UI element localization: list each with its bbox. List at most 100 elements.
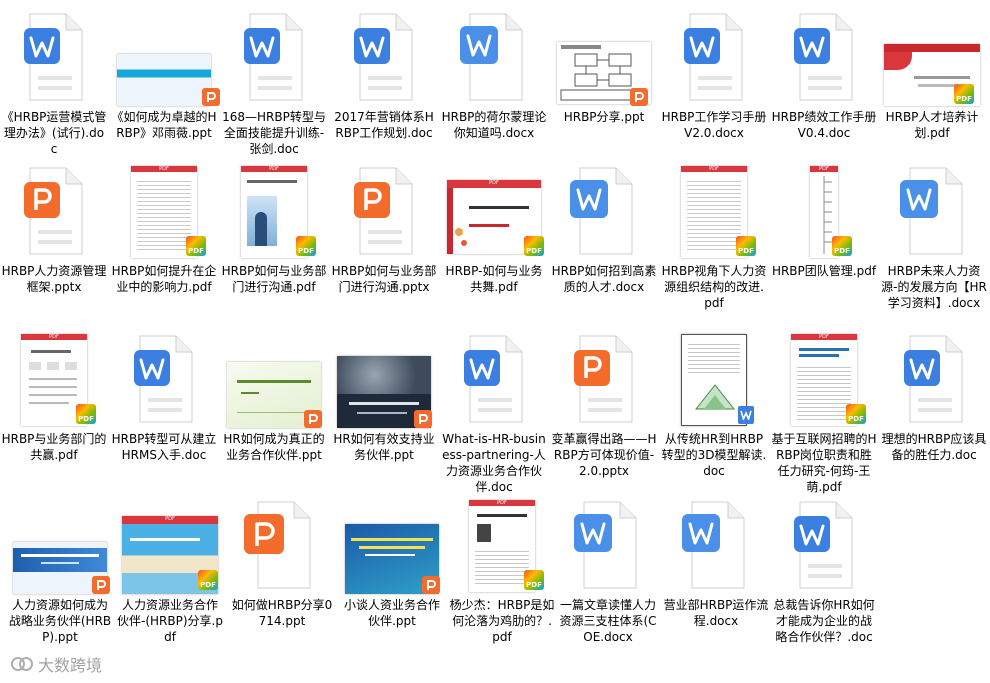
doc-file-icon [440, 334, 548, 429]
pdf-band: PDF [21, 334, 87, 340]
pdf-thumbnail: PDF PDF [220, 166, 328, 261]
file-item[interactable]: HRBP工作学习手册V2.0.docx [660, 12, 768, 141]
file-item[interactable]: 168—HRBP转型与全面技能提升训练-张剑.doc [220, 12, 328, 157]
pdf-band: PDF [791, 334, 857, 340]
doc-file-icon [770, 12, 878, 107]
pdf-badge-icon: PDF [524, 570, 544, 590]
pdf-band: PDF [447, 180, 541, 188]
file-item[interactable]: 2017年营销体系HRBP工作规划.doc [330, 12, 438, 141]
doc-page-thumbnail [660, 334, 768, 429]
pptx-file-icon [330, 166, 438, 261]
file-name: HRBP的荷尔蒙理论你知道吗.docx [441, 110, 547, 140]
file-item[interactable]: 从传统HR到HRBP转型的3D模型解读.doc [660, 334, 768, 479]
pdf-thumbnail: PDF PDF [0, 334, 108, 429]
file-name: 基于互联网招聘的HRBP岗位职责和胜任力研究-何筠-王萌.pdf [771, 432, 877, 494]
file-name: HRBP如何与业务部门进行沟通.pptx [331, 264, 437, 294]
ppt-badge-icon [92, 576, 110, 594]
file-item[interactable]: 人力资源如何成为战略业务伙伴(HRBP).ppt [6, 500, 114, 645]
file-name: HRBP团队管理.pdf [771, 264, 877, 278]
ppt-file-icon [228, 500, 336, 595]
file-item[interactable]: HRBP人力资源管理框架.pptx [0, 166, 108, 295]
file-item[interactable]: HRBP如何招到高素质的人才.docx [550, 166, 658, 295]
file-item[interactable]: HRBP的荷尔蒙理论你知道吗.docx [440, 12, 548, 141]
file-name: 168—HRBP转型与全面技能提升训练-张剑.doc [222, 110, 326, 156]
file-name: 营业部HRBP运作流程.docx [663, 598, 769, 628]
pdf-badge-icon: PDF [736, 236, 756, 256]
file-name: HRBP人才培养计划.pdf [885, 110, 979, 140]
doc-file-icon [0, 12, 108, 107]
pdf-thumbnail: PDF PDF [770, 166, 878, 261]
file-item[interactable]: PDF PDF HRBP团队管理.pdf [770, 166, 878, 279]
file-item[interactable]: PDF HRBP人才培养计划.pdf [878, 12, 986, 141]
file-name: HRBP视角下人力资源组织结构的改进.pdf [661, 264, 767, 310]
file-item[interactable]: PDF PDF 人力资源业务合作伙伴-(HRBP)分享.pdf [116, 500, 224, 645]
doc-file-icon [770, 500, 878, 595]
file-name: What-is-HR-business-partnering-人力资源业务合作伙… [442, 432, 546, 494]
file-name: 从传统HR到HRBP转型的3D模型解读.doc [661, 432, 767, 478]
watermark-text: 大数跨境 [38, 656, 103, 675]
pdf-badge-icon: PDF [832, 236, 852, 256]
file-item[interactable]: 营业部HRBP运作流程.docx [662, 500, 770, 629]
pdf-badge-icon: PDF [954, 84, 974, 104]
file-item[interactable]: PDF PDF HRBP如何与业务部门进行沟通.pdf [220, 166, 328, 295]
file-name: 小谈人资业务合作伙伴.ppt [343, 598, 440, 628]
file-name: 杨少杰：HRBP是如何沦落为鸡肋的？.pdf [449, 598, 555, 644]
pptx-file-icon [0, 166, 108, 261]
file-item[interactable]: 一篇文章读懂人力资源三支柱体系(COE.docx [554, 500, 662, 645]
pdf-band: PDF [681, 166, 747, 172]
file-item[interactable]: 小谈人资业务合作伙伴.ppt [338, 500, 446, 629]
file-item[interactable]: PDF PDF HRBP与业务部门的共赢.pdf [0, 334, 108, 463]
pdf-badge-icon: PDF [846, 404, 866, 424]
file-name: 理想的HRBP应该具备的胜任力.doc [881, 432, 987, 462]
pdf-badge-icon: PDF [524, 236, 544, 256]
file-item[interactable]: HRBP转型可从建立HRMS入手.doc [110, 334, 218, 463]
ppt-badge-icon [304, 410, 322, 428]
pdf-thumbnail: PDF PDF [448, 500, 556, 595]
file-item[interactable]: PDF PDF 基于互联网招聘的HRBP岗位职责和胜任力研究-何筠-王萌.pdf [770, 334, 878, 495]
ppt-badge-icon [422, 576, 440, 594]
doc-file-icon [660, 12, 768, 107]
file-item[interactable]: 《HRBP运营模式管理办法》(试行).doc [0, 12, 108, 157]
file-name: 一篇文章读懂人力资源三支柱体系(COE.docx [559, 598, 657, 644]
file-name: HRBP分享.ppt [563, 110, 645, 124]
file-item[interactable]: PDF PDF HRBP视角下人力资源组织结构的改进.pdf [660, 166, 768, 311]
pdf-badge-icon: PDF [198, 570, 218, 590]
ppt-thumbnail [110, 12, 220, 107]
file-item[interactable]: PDF PDF HRBP如何提升在企业中的影响力.pdf [110, 166, 218, 295]
file-item[interactable]: 总裁告诉你HR如何才能成为企业的战略合作伙伴？.doc [770, 500, 878, 645]
file-item[interactable]: PDF PDF HRBP-如何与业务共舞.pdf [440, 166, 548, 295]
file-item[interactable]: PDF PDF 杨少杰：HRBP是如何沦落为鸡肋的？.pdf [448, 500, 556, 645]
pdf-badge-icon: PDF [186, 236, 206, 256]
file-item[interactable]: 变革赢得出路——HRBP方可体现价值-2.0.pptx [550, 334, 658, 479]
docx-file-icon [550, 166, 658, 261]
file-name: 《如何成为卓越的HRBP》邓雨薇.ppt [111, 110, 217, 140]
file-item[interactable]: HR如何成为真正的业务合作伙伴.ppt [220, 334, 328, 463]
pdf-thumbnail: PDF PDF [770, 334, 878, 429]
pdf-band: PDF [122, 516, 218, 524]
file-item[interactable]: HRBP未来人力资源-的发展方向【HR学习资料】.docx [880, 166, 988, 311]
file-item[interactable]: HRBP如何与业务部门进行沟通.pptx [330, 166, 438, 295]
doc-file-icon [880, 334, 988, 429]
file-name: HRBP如何招到高素质的人才.docx [551, 264, 657, 294]
ppt-badge-icon [630, 88, 648, 106]
file-name: HRBP-如何与业务共舞.pdf [445, 264, 543, 294]
file-item[interactable]: HRBP绩效工作手册V0.4.doc [770, 12, 878, 141]
file-name: HRBP如何提升在企业中的影响力.pdf [111, 264, 217, 294]
pdf-badge-icon: PDF [76, 404, 96, 424]
file-name: HRBP转型可从建立HRMS入手.doc [111, 432, 217, 462]
doc-file-icon [220, 12, 328, 107]
file-item[interactable]: 理想的HRBP应该具备的胜任力.doc [880, 334, 988, 463]
file-name: 总裁告诉你HR如何才能成为企业的战略合作伙伴？.doc [773, 598, 875, 644]
file-name: HR如何成为真正的业务合作伙伴.ppt [223, 432, 325, 462]
file-item[interactable]: 《如何成为卓越的HRBP》邓雨薇.ppt [110, 12, 220, 141]
ppt-thumbnail [550, 12, 658, 107]
file-item[interactable]: HRBP分享.ppt [550, 12, 658, 125]
file-item[interactable]: HR如何有效支持业务伙伴.ppt [330, 334, 438, 463]
watermark: 大数跨境 [10, 652, 102, 676]
file-name: HR如何有效支持业务伙伴.ppt [333, 432, 435, 462]
pdf-band: PDF [241, 166, 307, 172]
file-item[interactable]: 如何做HRBP分享0714.ppt [228, 500, 336, 629]
docx-file-icon [554, 500, 662, 595]
pdf-band [884, 44, 980, 52]
file-item[interactable]: What-is-HR-business-partnering-人力资源业务合作伙… [440, 334, 548, 495]
